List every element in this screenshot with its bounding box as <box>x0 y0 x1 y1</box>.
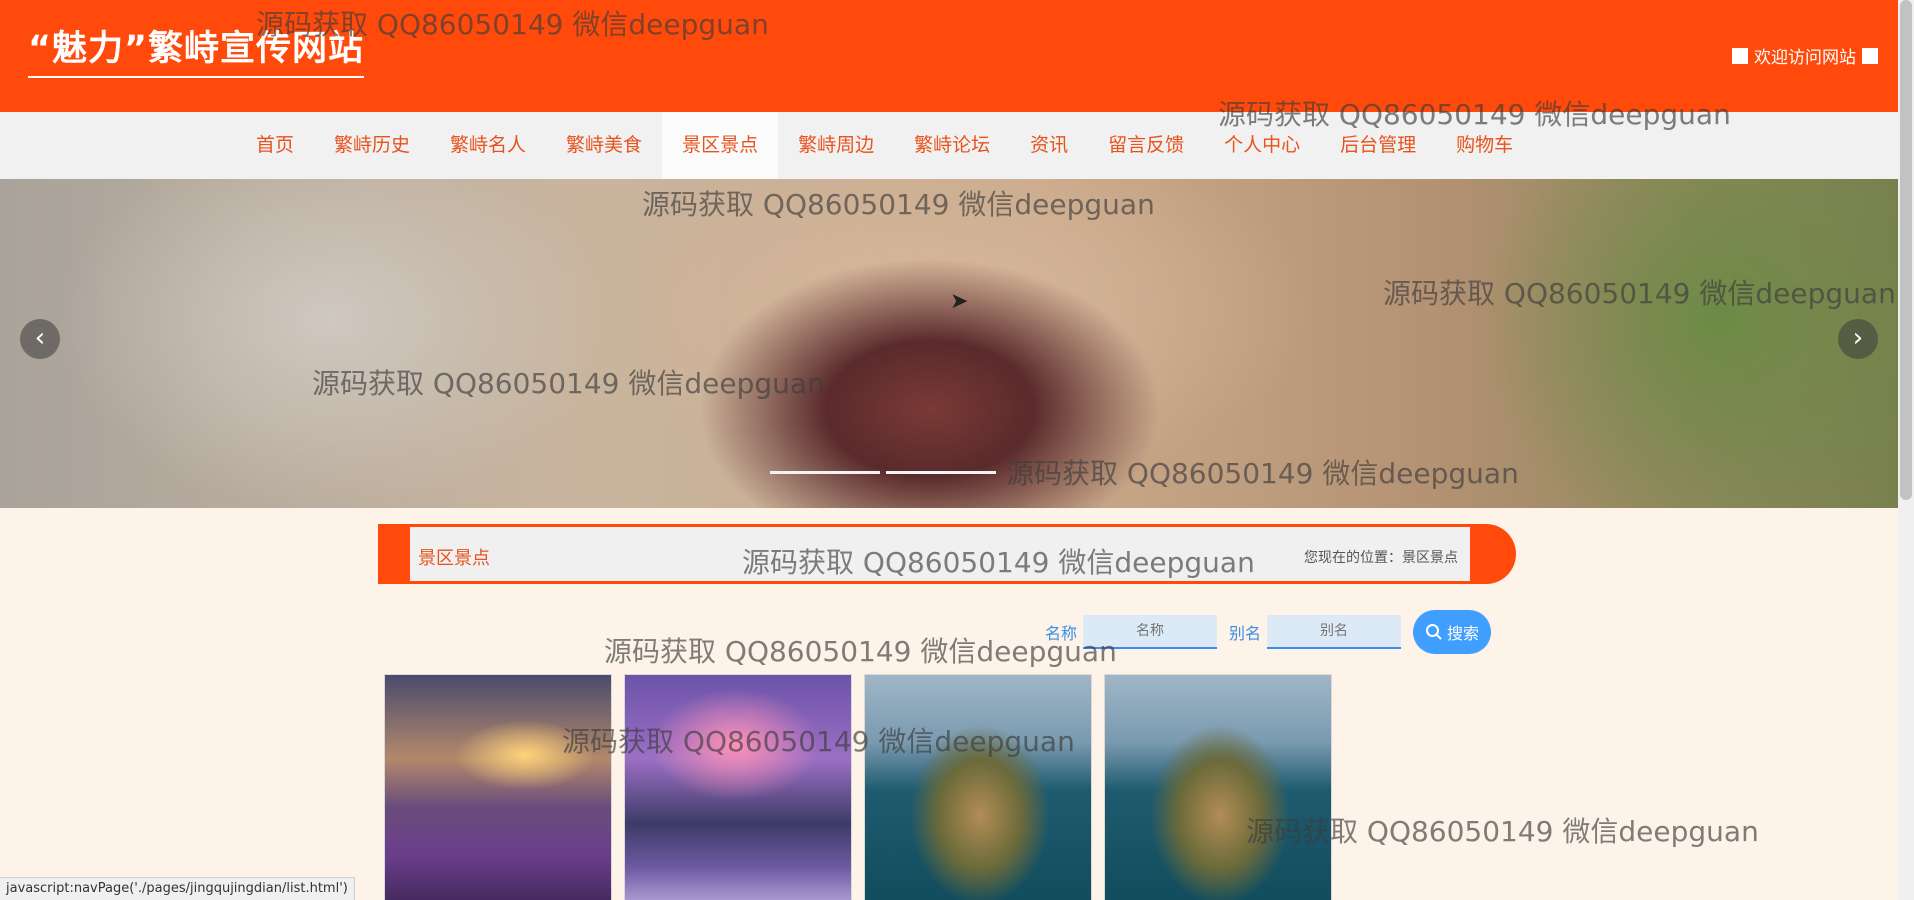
nav-item-feedback[interactable]: 留言反馈 <box>1088 112 1204 179</box>
name-label: 名称 <box>1045 624 1078 643</box>
scenic-image <box>1105 675 1331 900</box>
nav-item-home[interactable]: 首页 <box>236 112 314 179</box>
scenic-card[interactable] <box>624 674 852 900</box>
scenic-image <box>625 675 851 900</box>
search-button[interactable]: 搜索 <box>1413 610 1492 654</box>
welcome-text: 欢迎访问网站 <box>1754 48 1856 68</box>
welcome-area: 欢迎访问网站 <box>1732 43 1878 68</box>
chevron-left-icon[interactable]: ‹ <box>20 319 60 359</box>
nav-item-history[interactable]: 繁峙历史 <box>314 112 430 179</box>
nav-item-cart[interactable]: 购物车 <box>1436 112 1533 179</box>
scenic-image <box>865 675 1091 900</box>
nav-item-food[interactable]: 繁峙美食 <box>546 112 662 179</box>
nav-item-surroundings[interactable]: 繁峙周边 <box>778 112 894 179</box>
nav-item-scenic-spots[interactable]: 景区景点 <box>662 112 779 179</box>
nav-item-forum[interactable]: 繁峙论坛 <box>894 112 1010 179</box>
alias-label: 别名 <box>1229 624 1262 643</box>
nav-item-admin[interactable]: 后台管理 <box>1320 112 1436 179</box>
search-bar: 名称 别名 搜索 <box>1045 610 1492 654</box>
breadcrumb: 您现在的位置：景区景点 <box>1304 550 1458 566</box>
main-nav: 首页 繁峙历史 繁峙名人 繁峙美食 景区景点 繁峙周边 繁峙论坛 资讯 留言反馈… <box>0 112 1898 179</box>
page: “魅力”繁峙宣传网站 欢迎访问网站 首页 繁峙历史 繁峙名人 繁峙美食 景区景点… <box>0 0 1914 900</box>
scenic-card[interactable] <box>864 674 1092 900</box>
carousel-indicator[interactable] <box>886 471 996 474</box>
square-icon <box>1862 47 1878 64</box>
section-header-inner: 景区景点 您现在的位置：景区景点 <box>410 527 1470 581</box>
scrollbar-thumb[interactable] <box>1900 0 1912 500</box>
section-header: 景区景点 您现在的位置：景区景点 <box>378 524 1516 584</box>
scenic-card[interactable] <box>384 674 612 900</box>
scenic-gallery <box>384 674 1332 900</box>
page-scrollbar[interactable] <box>1898 0 1914 900</box>
search-button-label: 搜索 <box>1447 624 1480 643</box>
banner-carousel[interactable]: ‹ › ➤ <box>0 179 1898 508</box>
nav-item-news[interactable]: 资讯 <box>1010 112 1088 179</box>
site-title[interactable]: “魅力”繁峙宣传网站 <box>28 28 365 78</box>
nav-item-celebrities[interactable]: 繁峙名人 <box>430 112 546 179</box>
name-input[interactable] <box>1083 615 1218 649</box>
nav-list: 首页 繁峙历史 繁峙名人 繁峙美食 景区景点 繁峙周边 繁峙论坛 资讯 留言反馈… <box>236 112 1533 179</box>
square-icon <box>1732 47 1748 64</box>
alias-input[interactable] <box>1267 615 1402 649</box>
section-title: 景区景点 <box>418 548 490 569</box>
carousel-indicators <box>770 471 996 474</box>
nav-item-personal-center[interactable]: 个人中心 <box>1204 112 1320 179</box>
chevron-right-icon[interactable]: › <box>1838 319 1878 359</box>
header: “魅力”繁峙宣传网站 欢迎访问网站 <box>0 0 1898 112</box>
mouse-cursor-icon: ➤ <box>950 289 969 314</box>
scenic-card[interactable] <box>1104 674 1332 900</box>
watermark: 源码获取 QQ86050149 微信deepguan <box>604 635 1117 668</box>
scenic-image <box>385 675 611 900</box>
carousel-indicator[interactable] <box>770 471 880 474</box>
magnifier-icon <box>1426 624 1442 640</box>
browser-status-bar: javascript:navPage('./pages/jingqujingdi… <box>0 877 355 900</box>
